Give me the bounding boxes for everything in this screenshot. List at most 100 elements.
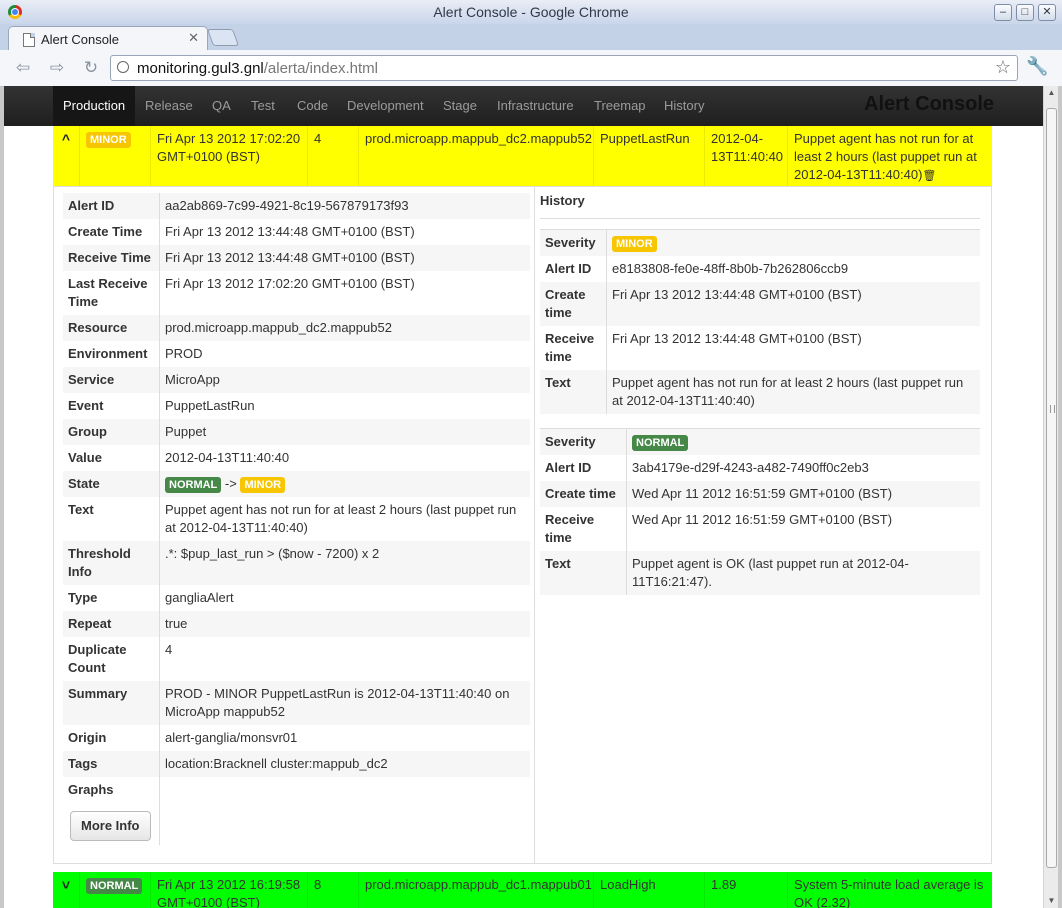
history-severity-badge: MINOR <box>612 236 657 252</box>
collapse-icon[interactable]: ^ <box>53 126 80 186</box>
history-key: Text <box>540 370 607 414</box>
detail-key: Environment <box>63 341 160 367</box>
count-cell: 4 <box>308 126 359 186</box>
history-value: e8183808-fe0e-48ff-8b0b-7b262806ccb9 <box>612 261 849 276</box>
event-cell: PuppetLastRun <box>594 126 705 186</box>
history-value: Puppet agent has not run for at least 2 … <box>607 370 980 414</box>
detail-value: Fri Apr 13 2012 17:02:20 GMT+0100 (BST) <box>165 276 415 291</box>
window-title: Alert Console - Google Chrome <box>433 4 629 20</box>
url-path: /alerta/index.html <box>263 60 378 77</box>
history-value: Fri Apr 13 2012 13:44:48 GMT+0100 (BST) <box>607 282 980 326</box>
detail-key: State <box>63 471 160 497</box>
address-bar[interactable]: monitoring.gul3.gnl/alerta/index.html ☆ <box>110 55 1018 81</box>
count-cell: 8 <box>308 872 359 908</box>
chevron-down-icon[interactable]: ˅ <box>62 877 70 893</box>
resource-cell: prod.microapp.mappub_dc2.mappub52 <box>359 126 594 186</box>
back-icon[interactable]: ⇦ <box>12 58 34 78</box>
trash-icon[interactable]: 🗑 <box>922 170 936 182</box>
history-panel: History Severity MINOR Alert ID e8183808-f… <box>540 193 980 595</box>
detail-value <box>160 777 530 803</box>
grip-icon <box>1050 405 1055 413</box>
nav-test[interactable]: Test <box>251 86 275 126</box>
brand-title: Alert Console <box>864 93 995 115</box>
detail-value: Puppet agent has not run for at least 2 … <box>165 502 517 535</box>
close-window-button[interactable]: ✕ <box>1038 4 1056 21</box>
alert-row-collapsed[interactable]: ˅ NORMAL Fri Apr 13 2012 16:19:58 GMT+01… <box>53 872 992 908</box>
history-title: History <box>540 193 980 219</box>
reload-icon[interactable]: ↻ <box>80 58 102 78</box>
detail-key: Resource <box>63 315 160 341</box>
detail-key: Graphs <box>63 777 160 803</box>
nav-code[interactable]: Code <box>297 86 328 126</box>
detail-key: Alert ID <box>63 193 160 219</box>
detail-key: Repeat <box>63 611 160 637</box>
detail-key: Group <box>63 419 160 445</box>
state-from-badge: NORMAL <box>165 477 222 493</box>
severity-cell: MINOR <box>80 126 151 186</box>
scroll-up-icon[interactable]: ▲ <box>1044 86 1059 100</box>
detail-value: MicroApp <box>160 367 530 393</box>
window-frame <box>1058 86 1062 908</box>
chevron-up-icon[interactable]: ^ <box>62 131 70 147</box>
history-key: Create time <box>540 481 627 507</box>
nav-qa[interactable]: QA <box>212 86 231 126</box>
detail-value: 2012-04-13T11:40:40 <box>165 450 290 465</box>
history-value: Wed Apr 11 2012 16:51:59 GMT+0100 (BST) <box>627 481 980 507</box>
minimize-button[interactable]: – <box>994 4 1012 21</box>
scrollbar-thumb[interactable] <box>1046 108 1057 868</box>
alert-details-table: Alert ID aa2ab869-7c99-4921-8c19-56787917… <box>63 193 530 845</box>
history-value: Wed Apr 11 2012 16:51:59 GMT+0100 (BST) <box>632 512 893 527</box>
detail-key: Text <box>63 497 160 541</box>
nav-production[interactable]: Production <box>53 86 136 126</box>
resource-cell: prod.microapp.mappub_dc1.mappub01 <box>359 872 594 908</box>
detail-value: PuppetLastRun <box>165 398 255 413</box>
maximize-button[interactable]: □ <box>1016 4 1034 21</box>
tab-close-icon[interactable]: ✕ <box>188 30 199 46</box>
history-entry: Severity NORMAL Alert ID 3ab4179e-d29f-424… <box>540 428 980 595</box>
bookmark-star-icon[interactable]: ☆ <box>995 57 1011 78</box>
forward-icon[interactable]: ⇨ <box>46 58 68 78</box>
new-tab-button[interactable] <box>206 29 240 46</box>
detail-key: Threshold Info <box>63 541 160 585</box>
history-value: 3ab4179e-d29f-4243-a482-7490ff0c2eb3 <box>632 460 869 475</box>
history-severity-badge: NORMAL <box>632 435 689 451</box>
wrench-icon[interactable]: 🔧 <box>1026 56 1048 77</box>
nav-treemap[interactable]: Treemap <box>594 86 646 126</box>
window-titlebar: Alert Console - Google Chrome – □ ✕ <box>0 0 1062 25</box>
detail-value: 4 <box>165 642 173 657</box>
value-cell: 2012-04-13T11:40:40 <box>705 126 788 186</box>
page-icon <box>23 33 35 47</box>
globe-icon <box>117 61 129 73</box>
tab-alert-console[interactable]: Alert Console ✕ <box>8 26 208 51</box>
alert-row-expanded[interactable]: ^ MINOR Fri Apr 13 2012 17:02:20 GMT+010… <box>53 126 992 186</box>
state-arrow: -> <box>224 476 237 491</box>
history-entry: Severity MINOR Alert ID e8183808-fe0e-48ff… <box>540 229 980 414</box>
tab-strip: Alert Console ✕ <box>0 24 1062 51</box>
detail-key: Last Receive Time <box>63 271 160 315</box>
nav-history[interactable]: History <box>664 86 704 126</box>
browser-toolbar: ⇦ ⇨ ↻ monitoring.gul3.gnl/alerta/index.h… <box>0 50 1062 87</box>
more-info-button[interactable]: More Info <box>70 811 151 841</box>
page-viewport: Production Release QA Test Code Developm… <box>4 86 1043 908</box>
state-value: NORMAL -> MINOR <box>160 471 530 497</box>
severity-cell: NORMAL <box>80 872 151 908</box>
vertical-scrollbar[interactable]: ▲ ▼ <box>1043 86 1059 908</box>
nav-development[interactable]: Development <box>347 86 424 126</box>
nav-infrastructure[interactable]: Infrastructure <box>497 86 574 126</box>
history-value: Puppet agent is OK (last puppet run at 2… <box>627 551 980 595</box>
detail-key: Receive Time <box>63 245 160 271</box>
detail-key: Value <box>63 445 160 471</box>
expand-icon[interactable]: ˅ <box>53 872 80 908</box>
value-cell: 1.89 <box>705 872 788 908</box>
detail-value: location:Bracknell cluster:mappub_dc2 <box>160 751 530 777</box>
nav-stage[interactable]: Stage <box>443 86 477 126</box>
history-key: Severity <box>540 429 627 455</box>
event-cell: LoadHigh <box>594 872 705 908</box>
nav-release[interactable]: Release <box>145 86 193 126</box>
detail-divider <box>534 187 535 863</box>
history-key: Text <box>540 551 627 595</box>
text-cell: Puppet agent has not run for at least 2 … <box>788 126 992 186</box>
detail-key: Event <box>63 393 160 419</box>
detail-value: PROD <box>165 346 203 361</box>
scroll-down-icon[interactable]: ▼ <box>1044 894 1059 908</box>
